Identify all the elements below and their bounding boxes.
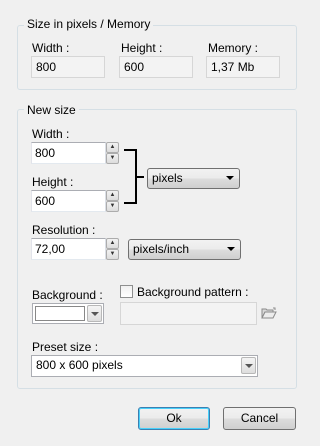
spin-down-icon[interactable]: ▼ — [106, 201, 119, 212]
memory-label: Memory : — [208, 41, 259, 55]
ok-button[interactable]: Ok — [138, 407, 210, 430]
new-height-input[interactable] — [31, 190, 106, 212]
chevron-down-icon — [226, 176, 234, 180]
spin-up-icon[interactable]: ▲ — [106, 142, 119, 153]
current-width-value: 800 — [31, 56, 105, 78]
chevron-down-icon[interactable] — [87, 305, 102, 322]
background-pattern-label[interactable]: Background pattern : — [137, 285, 248, 299]
chevron-down-icon[interactable] — [241, 357, 256, 374]
current-height-value: 600 — [119, 56, 193, 78]
new-width-label: Width : — [32, 127, 70, 141]
spin-down-icon[interactable]: ▼ — [106, 249, 119, 260]
new-width-spinner[interactable]: ▲ ▼ — [106, 142, 119, 164]
background-pattern-field — [120, 302, 257, 325]
background-color-picker[interactable] — [32, 303, 104, 324]
spin-up-icon[interactable]: ▲ — [106, 190, 119, 201]
chevron-down-icon — [227, 247, 235, 251]
size-unit-select[interactable]: pixels — [147, 168, 240, 189]
preset-size-selected: 800 x 600 pixels — [36, 358, 123, 372]
new-width-input[interactable] — [31, 142, 106, 164]
background-pattern-checkbox[interactable] — [120, 285, 133, 298]
aspect-link-bracket-stub — [136, 176, 144, 178]
size-memory-group-title: Size in pixels / Memory — [24, 17, 154, 31]
spin-up-icon[interactable]: ▲ — [106, 238, 119, 249]
resolution-spinner[interactable]: ▲ ▼ — [106, 238, 119, 260]
resolution-input[interactable] — [31, 238, 106, 260]
preset-size-label: Preset size : — [32, 340, 99, 354]
new-height-label: Height : — [32, 175, 74, 189]
cancel-button[interactable]: Cancel — [223, 407, 296, 430]
resolution-unit-selected: pixels/inch — [133, 242, 190, 256]
new-size-group-title: New size — [24, 103, 79, 117]
background-color-swatch — [35, 306, 85, 321]
size-unit-selected: pixels — [152, 171, 183, 185]
current-width-label: Width : — [32, 41, 70, 55]
preset-size-select[interactable]: 800 x 600 pixels — [31, 355, 258, 377]
spin-down-icon[interactable]: ▼ — [106, 153, 119, 164]
resolution-unit-select[interactable]: pixels/inch — [128, 239, 241, 260]
background-label: Background : — [32, 288, 103, 302]
resolution-label: Resolution : — [32, 223, 96, 237]
memory-value: 1,37 Mb — [206, 56, 280, 78]
folder-open-icon[interactable] — [261, 307, 277, 319]
new-height-spinner[interactable]: ▲ ▼ — [106, 190, 119, 212]
current-height-label: Height : — [121, 41, 163, 55]
